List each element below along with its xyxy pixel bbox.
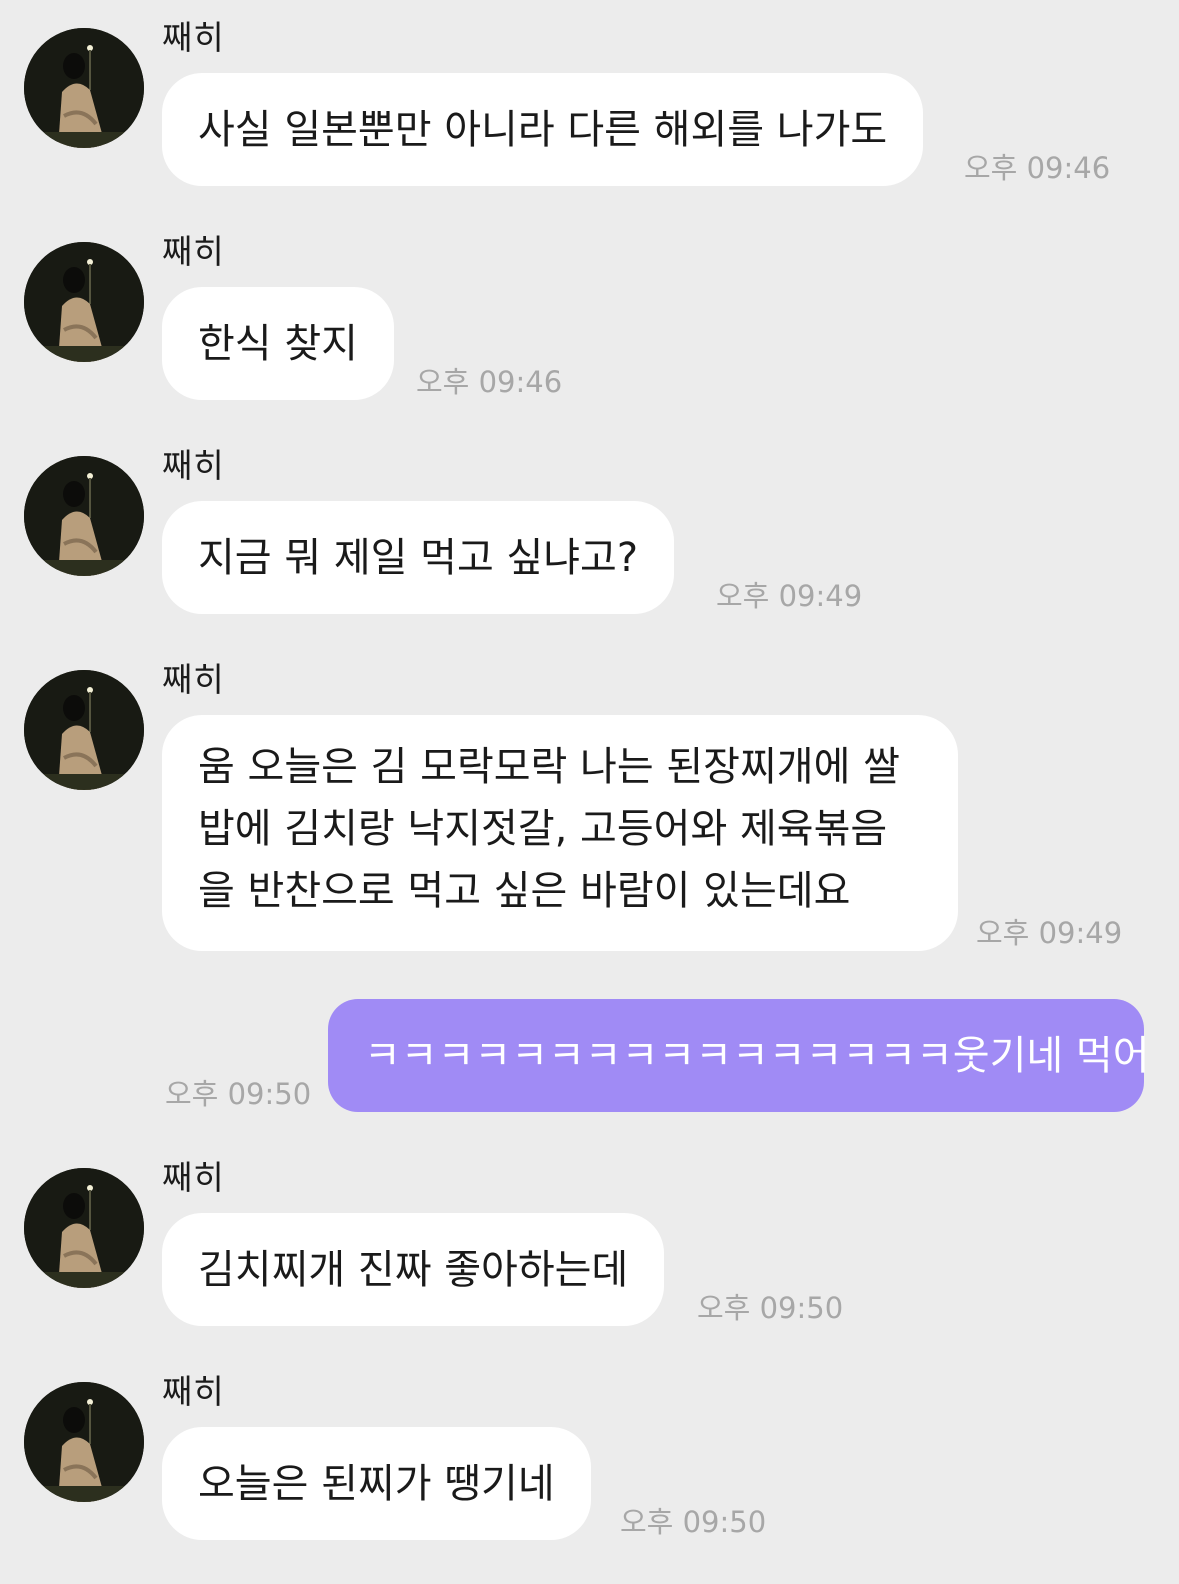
message-time: 오후 09:50 (697, 1291, 844, 1325)
message-bubble[interactable]: 김치찌개 진짜 좋아하는데 (162, 1213, 665, 1326)
message-time: 오후 09:46 (416, 365, 563, 399)
sender-name: 째히 (162, 660, 225, 699)
sender-name: 째히 (162, 1372, 225, 1411)
profile-photo-icon (24, 1168, 144, 1288)
message-bubble[interactable]: 한식 찾지 (162, 287, 394, 400)
sender-name: 째히 (162, 1158, 225, 1197)
profile-photo-icon (24, 242, 144, 362)
message-bubble[interactable]: 지금 뭐 제일 먹고 싶냐고? (162, 501, 675, 614)
sender-name: 째히 (162, 232, 225, 271)
message-bubble[interactable]: 움 오늘은 김 모락모락 나는 된장찌개에 쌀 밥에 김치랑 낙지젓갈, 고등어… (162, 715, 958, 951)
avatar[interactable] (24, 1382, 144, 1502)
avatar[interactable] (24, 28, 144, 148)
profile-photo-icon (24, 670, 144, 790)
message-line: 밥에 김치랑 낙지젓갈, 고등어와 제육볶음 (198, 806, 888, 852)
message-time: 오후 09:49 (716, 579, 863, 613)
avatar[interactable] (24, 242, 144, 362)
avatar[interactable] (24, 1168, 144, 1288)
message-line: 을 반찬으로 먹고 싶은 바람이 있는데요 (198, 868, 851, 914)
message-time: 오후 09:46 (964, 151, 1111, 185)
message-time: 오후 09:50 (165, 1077, 312, 1111)
message-bubble-outgoing[interactable]: ㅋㅋㅋㅋㅋㅋㅋㅋㅋㅋㅋㅋㅋㅋㅋㅋ웃기네 먹어 (328, 999, 1150, 1112)
profile-photo-icon (24, 1382, 144, 1502)
chat-view: 째히 사실 일본뿐만 아니라 다른 해외를 나가도 오후 09:46 째히 한식… (0, 0, 1179, 1584)
message-line: 움 오늘은 김 모락모락 나는 된장찌개에 쌀 (198, 744, 900, 790)
message-bubble[interactable]: 오늘은 된찌가 땡기네 (162, 1427, 591, 1540)
sender-name: 째히 (162, 18, 225, 57)
profile-photo-icon (24, 28, 144, 148)
message-time: 오후 09:50 (620, 1505, 767, 1539)
avatar[interactable] (24, 670, 144, 790)
sender-name: 째히 (162, 446, 225, 485)
avatar[interactable] (24, 456, 144, 576)
message-bubble[interactable]: 사실 일본뿐만 아니라 다른 해외를 나가도 (162, 73, 924, 186)
profile-photo-icon (24, 456, 144, 576)
message-time: 오후 09:49 (976, 916, 1123, 950)
